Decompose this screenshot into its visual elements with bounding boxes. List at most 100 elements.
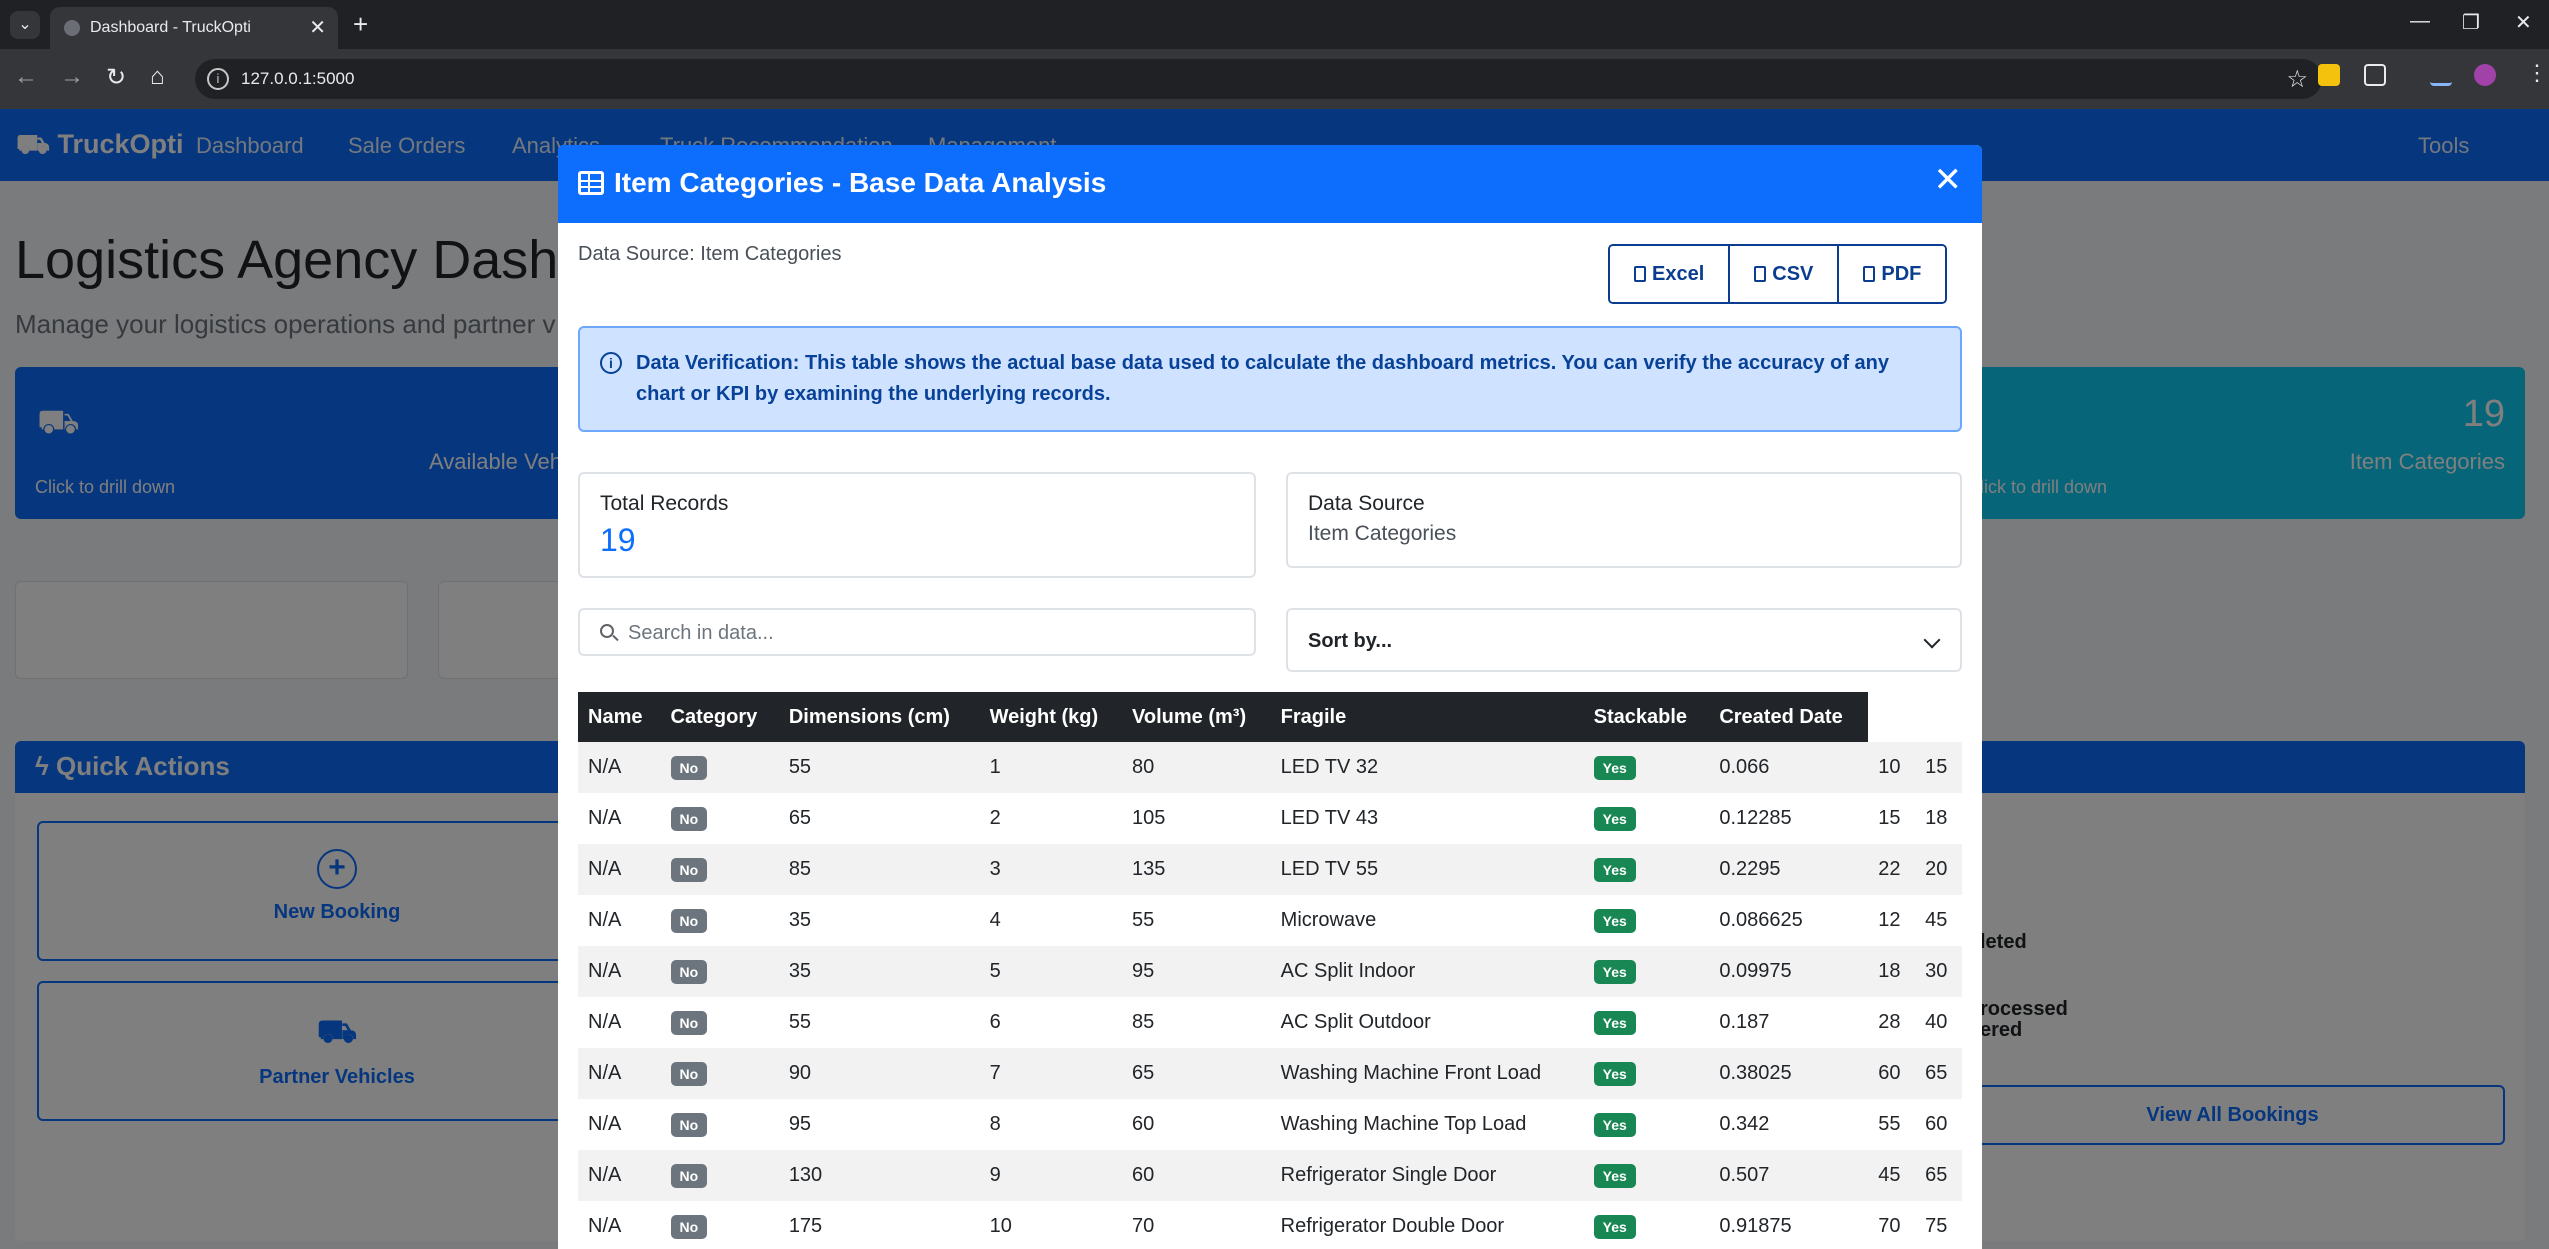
stackable-badge: Yes — [1593, 1163, 1636, 1188]
tab-close-icon[interactable]: ✕ — [309, 15, 326, 40]
table-cell: N/A — [578, 1150, 661, 1201]
table-cell: N/A — [578, 1048, 661, 1099]
column-header[interactable]: Created Date — [1709, 692, 1869, 742]
table-cell: 85 — [1132, 1011, 1155, 1033]
column-header[interactable]: Volume (m³) — [1122, 692, 1271, 742]
table-cell: 0.2295 — [1709, 844, 1869, 895]
export-csv-button[interactable]: CSV — [1728, 246, 1838, 302]
file-pdf-icon — [1863, 266, 1876, 282]
browser-tab[interactable]: Dashboard - TruckOpti ✕ — [50, 7, 338, 49]
table-cell: No — [660, 844, 779, 895]
home-icon[interactable]: ⌂ — [150, 63, 165, 91]
data-source-value: Item Categories — [1308, 522, 1457, 545]
table-cell: 130 — [778, 1150, 980, 1201]
url-input[interactable]: i 127.0.0.1:5000 ☆ — [195, 59, 2322, 99]
table-cell: LED TV 55 — [1270, 844, 1584, 895]
search-input[interactable]: Search in data... — [578, 608, 1256, 656]
column-header[interactable]: Fragile — [1270, 692, 1584, 742]
table-cell: No — [660, 1150, 779, 1201]
table-cell: 80 — [1122, 742, 1271, 793]
table-cell: No — [660, 1048, 779, 1099]
table-row: N/A No 35 5 95 AC Split Indoor Yes 0.09975 18 30 — [578, 946, 1962, 997]
table-cell: 35 — [788, 909, 812, 931]
stackable-badge: Yes — [1593, 908, 1636, 933]
table-cell: 22 — [1868, 844, 1916, 895]
tab-search-chevron-icon[interactable]: ⌄ — [10, 11, 40, 39]
table-cell: 85 — [778, 844, 980, 895]
column-header[interactable]: Weight (kg) — [979, 692, 1123, 742]
table-cell: 55 — [778, 742, 980, 793]
data-source-line: Data Source: Item Categories — [578, 243, 842, 265]
table-row: N/A No 65 2 105 LED TV 43 Yes 0.12285 15 18 — [578, 793, 1962, 844]
table-cell: 45 — [1868, 1150, 1916, 1201]
table-cell: 95 — [1122, 946, 1271, 997]
table-cell: 12 — [1878, 909, 1901, 931]
table-cell: N/A — [578, 742, 661, 793]
table-header-row: Name Category Dimensions (cm) Weight (kg… — [578, 692, 1962, 742]
table-cell: 0.342 — [1719, 1113, 1770, 1135]
browser-tab-bar: ⌄ Dashboard - TruckOpti ✕ + — ❐ ✕ — [0, 0, 2549, 49]
reload-icon[interactable]: ↻ — [106, 63, 126, 92]
download-icon[interactable] — [2430, 64, 2452, 86]
table-cell: LED TV 43 — [1280, 807, 1379, 829]
table-cell: 65 — [1915, 1150, 1962, 1201]
table-row: N/A No 175 10 70 Refrigerator Double Door Yes 0… — [578, 1201, 1962, 1249]
data-source-label: Data Source — [1308, 492, 1425, 515]
fragile-badge: No — [670, 959, 708, 984]
table-row: N/A No 35 4 55 Microwave Yes 0.086625 12 45 — [578, 895, 1962, 946]
table-cell: 55 — [788, 1011, 812, 1033]
table-cell: 10 — [1868, 742, 1916, 793]
minimize-icon[interactable]: — — [2410, 10, 2430, 33]
window-close-icon[interactable]: ✕ — [2515, 10, 2532, 35]
bookmark-star-icon[interactable]: ☆ — [2286, 65, 2308, 94]
table-row: N/A No 55 1 80 LED TV 32 Yes 0.066 10 15 — [578, 742, 1962, 793]
column-header[interactable]: Dimensions (cm) — [778, 692, 980, 742]
site-info-icon[interactable]: i — [207, 68, 229, 90]
table-cell: N/A — [588, 1113, 622, 1135]
table-cell: 15 — [1878, 807, 1901, 829]
table-cell: 0.507 — [1709, 1150, 1869, 1201]
close-icon[interactable]: ✕ — [1934, 163, 1963, 197]
fragile-badge: No — [670, 1061, 708, 1086]
table-cell: 0.91875 — [1719, 1215, 1792, 1237]
stackable-badge: Yes — [1593, 1112, 1636, 1137]
total-records-value: 19 — [600, 522, 636, 558]
extensions-puzzle-icon[interactable] — [2364, 64, 2386, 86]
forward-icon[interactable]: → — [60, 63, 84, 91]
stackable-badge: Yes — [1593, 959, 1636, 984]
table-cell: LED TV 32 — [1270, 742, 1584, 793]
export-pdf-button[interactable]: PDF — [1837, 246, 1946, 302]
fragile-badge: No — [670, 1163, 708, 1188]
table-cell: 7 — [979, 1048, 1123, 1099]
extension-icon[interactable] — [2318, 64, 2340, 86]
table-row: N/A No 55 6 85 AC Split Outdoor Yes 0.187 28 40 — [578, 997, 1962, 1048]
modal-title: Item Categories - Base Data Analysis — [614, 167, 1107, 198]
export-button-group: Excel CSV PDF — [1608, 244, 1948, 304]
table-cell: 65 — [1122, 1048, 1271, 1099]
export-excel-button[interactable]: Excel — [1610, 246, 1729, 302]
column-header[interactable]: Name — [578, 692, 661, 742]
table-cell: N/A — [588, 807, 622, 829]
table-cell: Yes — [1584, 793, 1710, 844]
table-cell: Refrigerator Double Door — [1280, 1215, 1505, 1237]
profile-avatar[interactable] — [2474, 64, 2496, 86]
column-header[interactable]: Category — [660, 692, 779, 742]
table-cell: 175 — [788, 1215, 823, 1237]
data-source-box: Data Source Item Categories — [1286, 472, 1962, 568]
table-cell: Washing Machine Front Load — [1270, 1048, 1584, 1099]
browser-menu-icon[interactable]: ⋮ — [2526, 60, 2548, 86]
sort-select[interactable]: Sort by... — [1286, 608, 1962, 672]
restore-icon[interactable]: ❐ — [2462, 10, 2480, 35]
new-tab-icon[interactable]: + — [353, 9, 368, 40]
column-header[interactable]: Stackable — [1583, 692, 1710, 742]
table-cell: Yes — [1583, 1048, 1710, 1099]
table-cell: Yes — [1583, 946, 1710, 997]
table-cell: No — [661, 1099, 779, 1150]
table-cell: 20 — [1915, 844, 1962, 895]
stackable-badge: Yes — [1593, 1214, 1636, 1239]
data-table: Name Category Dimensions (cm) Weight (kg… — [578, 692, 1962, 1249]
table-cell: 18 — [1868, 946, 1916, 997]
column-header-empty — [1915, 692, 1962, 742]
back-icon[interactable]: ← — [14, 63, 38, 91]
table-cell: No — [660, 946, 779, 997]
